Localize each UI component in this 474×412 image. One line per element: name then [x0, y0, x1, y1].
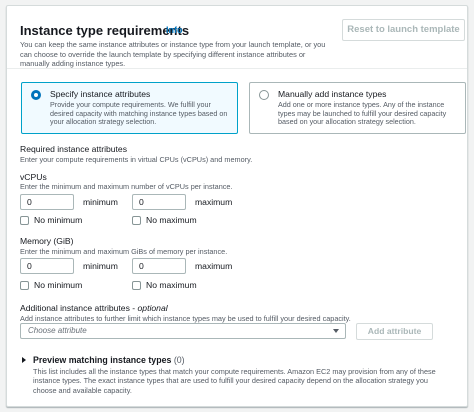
- additional-attributes-title: Additional instance attributes - optiona…: [20, 303, 168, 313]
- manual-instance-types-title: Manually add instance types: [278, 89, 387, 99]
- reset-to-launch-template-button[interactable]: Reset to launch template: [342, 19, 465, 41]
- vcpus-description: Enter the minimum and maximum number of …: [20, 182, 233, 191]
- vcpus-min-input[interactable]: 0: [20, 194, 74, 210]
- vcpus-no-maximum-checkbox[interactable]: [132, 216, 141, 225]
- specify-attributes-title: Specify instance attributes: [50, 89, 151, 99]
- memory-no-minimum-checkbox[interactable]: [20, 281, 29, 290]
- panel-description: You can keep the same instance attribute…: [20, 40, 326, 68]
- panel-title: Instance type requirements: [20, 23, 190, 38]
- optional-tag: optional: [137, 303, 168, 313]
- vcpus-no-minimum-label: No minimum: [34, 215, 83, 225]
- choose-attribute-select[interactable]: Choose attribute: [20, 323, 346, 339]
- header-divider: [7, 68, 467, 69]
- vcpus-no-maximum-label: No maximum: [146, 215, 197, 225]
- memory-max-label: maximum: [195, 261, 233, 271]
- vcpus-max-label: maximum: [195, 197, 233, 207]
- preview-title-text: Preview matching instance types: [33, 355, 172, 365]
- vcpus-min-label: minimum: [83, 197, 118, 207]
- memory-max-input[interactable]: 0: [132, 258, 186, 274]
- specify-attributes-option[interactable]: Specify instance attributes Provide your…: [21, 82, 238, 134]
- additional-attributes-title-text: Additional instance attributes: [20, 303, 130, 313]
- memory-description: Enter the minimum and maximum GiBs of me…: [20, 247, 228, 256]
- required-attributes-title: Required instance attributes: [20, 144, 128, 154]
- required-attributes-description: Enter your compute requirements in virtu…: [20, 155, 253, 164]
- manual-instance-types-radio[interactable]: [259, 90, 269, 100]
- preview-title: Preview matching instance types (0): [33, 355, 185, 365]
- caret-right-icon: [22, 357, 26, 363]
- memory-label: Memory (GiB): [20, 236, 74, 246]
- add-attribute-button[interactable]: Add attribute: [356, 323, 433, 340]
- vcpus-no-minimum-checkbox[interactable]: [20, 216, 29, 225]
- additional-attributes-description: Add instance attributes to further limit…: [20, 314, 351, 323]
- memory-no-maximum-checkbox[interactable]: [132, 281, 141, 290]
- memory-no-maximum-label: No maximum: [146, 280, 197, 290]
- preview-description: This list includes all the instance type…: [33, 367, 436, 395]
- vcpus-max-input[interactable]: 0: [132, 194, 186, 210]
- choose-attribute-placeholder: Choose attribute: [28, 326, 87, 335]
- memory-min-input[interactable]: 0: [20, 258, 74, 274]
- vcpus-label: vCPUs: [20, 172, 47, 182]
- info-link[interactable]: Info: [166, 25, 183, 35]
- preview-count: (0): [173, 355, 185, 365]
- instance-type-requirements-panel: Instance type requirements Info Reset to…: [6, 5, 468, 407]
- specify-attributes-description: Provide your compute requirements. We fu…: [50, 100, 228, 127]
- memory-min-label: minimum: [83, 261, 118, 271]
- manual-instance-types-description: Add one or more instance types. Any of t…: [278, 100, 447, 127]
- specify-attributes-radio[interactable]: [31, 90, 41, 100]
- memory-no-minimum-label: No minimum: [34, 280, 83, 290]
- chevron-down-icon: [333, 329, 339, 333]
- manual-instance-types-option[interactable]: Manually add instance types Add one or m…: [249, 82, 466, 134]
